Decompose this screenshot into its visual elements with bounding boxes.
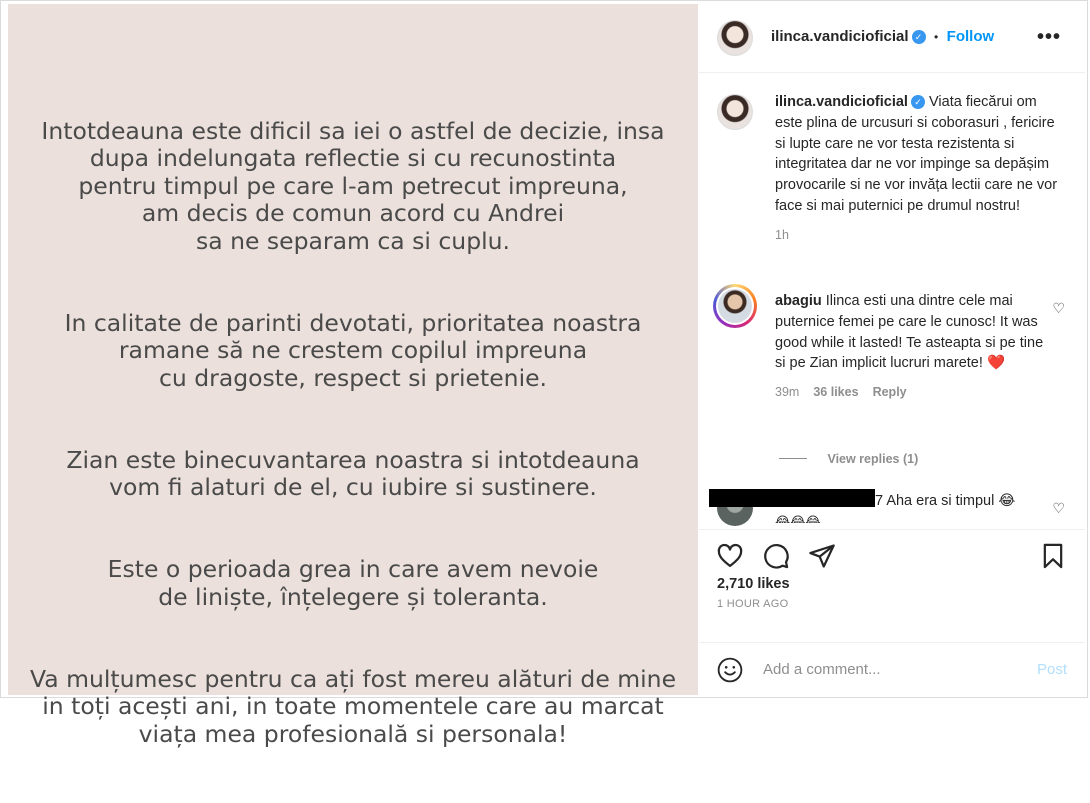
share-send-icon[interactable]: [808, 542, 836, 570]
replies-line: [779, 458, 807, 460]
caption-time[interactable]: 1h: [775, 225, 1065, 246]
caption-username[interactable]: ilinca.vandicioficial: [775, 94, 908, 110]
comment-composer: Add a comment... Post: [699, 642, 1085, 696]
comment-username[interactable]: abagiu: [775, 293, 822, 309]
post-image-text: Intotdeauna este dificil sa iei o astfel…: [8, 90, 698, 803]
caption-avatar[interactable]: [717, 94, 753, 130]
post-paragraph-2: In calitate de parinti devotati, priorit…: [64, 308, 642, 392]
heart-emoji: ❤️: [986, 355, 1005, 372]
likes-count[interactable]: 2,710 likes: [717, 576, 790, 592]
post-paragraph-1: Intotdeauna este dificil sa iei o astfel…: [41, 116, 665, 255]
post-time-ago[interactable]: 1 HOUR AGO: [717, 598, 788, 610]
view-replies-link[interactable]: View replies (1): [827, 452, 918, 466]
follow-button[interactable]: Follow: [947, 28, 995, 45]
post-header: ilinca.vandicioficial ✓ • Follow •••: [699, 4, 1085, 73]
view-replies-row[interactable]: View replies (1): [779, 450, 918, 468]
post-paragraph-3: Zian este binecuvantarea noastra si into…: [66, 445, 640, 501]
header-username[interactable]: ilinca.vandicioficial: [771, 28, 909, 45]
post-comment-button[interactable]: Post: [1037, 661, 1067, 678]
comment-username[interactable]: 7: [875, 493, 883, 509]
header-separator: •: [934, 30, 939, 44]
action-bar: [699, 529, 1085, 569]
emoji-picker-icon[interactable]: [717, 657, 743, 683]
comment-body: 7 Aha era si timpul 😂: [875, 493, 1015, 509]
comment-meta: 39m 36 likes Reply: [775, 382, 1045, 403]
header-user-line: ilinca.vandicioficial ✓ • Follow: [771, 28, 994, 46]
author-avatar[interactable]: [717, 20, 753, 56]
comment-body: abagiu Ilinca esti una dintre cele mai p…: [775, 291, 1045, 403]
post-side-panel: ilinca.vandicioficial ✓ • Follow ••• ilin…: [699, 4, 1085, 695]
comment-bubble-icon[interactable]: [762, 542, 790, 570]
like-heart-icon[interactable]: [716, 542, 744, 570]
comment-likes[interactable]: 36 likes: [813, 385, 858, 399]
caption-verified-badge-icon: ✓: [910, 95, 925, 109]
comment-text: Aha era si timpul 😂: [886, 493, 1016, 509]
reply-button[interactable]: Reply: [873, 385, 907, 399]
caption-text: Viata fiecărui om este plina de urcusuri…: [775, 94, 1058, 214]
comment-time[interactable]: 39m: [775, 385, 799, 399]
post-image: Intotdeauna este dificil sa iei o astfel…: [8, 4, 698, 747]
commenter-avatar[interactable]: [718, 289, 752, 323]
save-bookmark-icon[interactable]: [1039, 542, 1067, 570]
post-paragraph-4: Este o perioada grea in care avem nevoie…: [107, 555, 599, 611]
comment-like-icon[interactable]: ♡: [1052, 500, 1065, 517]
comment-like-icon[interactable]: ♡: [1052, 300, 1065, 317]
redaction-bar: [709, 489, 875, 507]
verified-badge-icon: ✓: [911, 30, 926, 44]
caption-body: ilinca.vandicioficial ✓ Viata fiecărui om…: [775, 92, 1065, 246]
comment-emoji-line: 😂😂😂: [775, 514, 821, 523]
more-options-icon[interactable]: •••: [1037, 26, 1061, 49]
story-ring[interactable]: [713, 284, 757, 328]
post-paragraph-5: Va mulțumesc pentru ca ați fost mereu al…: [29, 664, 677, 748]
comment-input[interactable]: Add a comment...: [763, 661, 881, 678]
